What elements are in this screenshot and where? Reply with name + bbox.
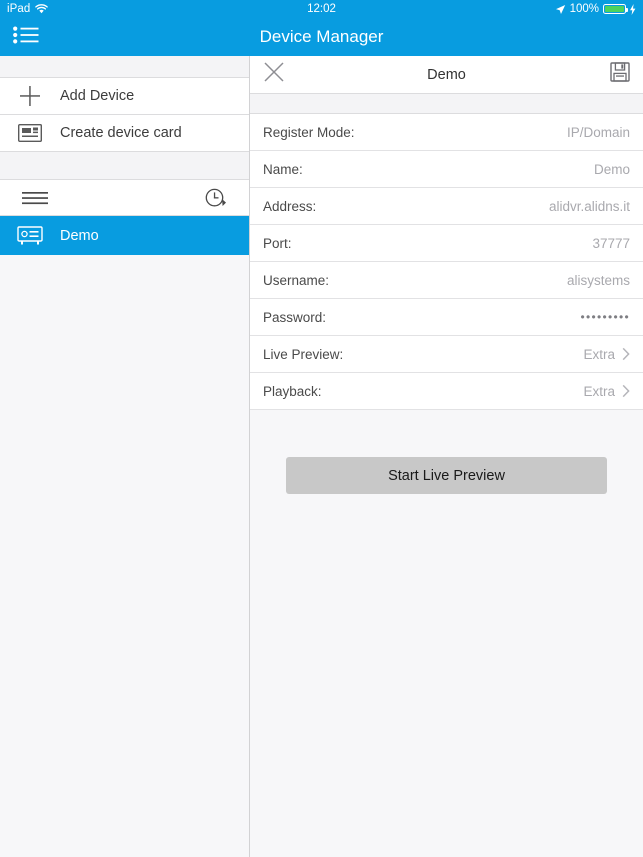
sidebar-item-add-device[interactable]: Add Device: [0, 78, 249, 115]
main-body: Add Device Create device card Demo Demo …: [0, 56, 643, 857]
clock-history-icon[interactable]: [205, 188, 227, 208]
sidebar-item-create-device-card[interactable]: Create device card: [0, 115, 249, 152]
field-label: Password:: [263, 309, 327, 325]
form-row-address[interactable]: Address: alidvr.alidns.it: [250, 188, 643, 225]
form-row-live-preview[interactable]: Live Preview: Extra: [250, 336, 643, 373]
device-form: Register Mode: IP/Domain Name: Demo Addr…: [250, 114, 643, 410]
field-value: •••••••••: [580, 310, 630, 324]
status-bar-time: 12:02: [307, 3, 336, 15]
chevron-right-icon: [622, 384, 630, 398]
form-row-password[interactable]: Password: •••••••••: [250, 299, 643, 336]
detail-top-band: [250, 94, 643, 114]
status-bar-left: iPad: [7, 3, 49, 15]
primary-button-wrapper: Start Live Preview: [250, 457, 643, 494]
field-value: alisystems: [566, 272, 630, 288]
sidebar-section-gap: [0, 152, 249, 180]
list-menu-icon: [13, 26, 39, 49]
wifi-icon: [35, 4, 49, 14]
location-arrow-icon: [555, 4, 566, 15]
battery-percent-label: 100%: [569, 3, 599, 15]
carrier-label: iPad: [7, 3, 31, 15]
sidebar-item-label: Demo: [60, 227, 99, 244]
field-label: Register Mode:: [263, 124, 355, 140]
form-row-port[interactable]: Port: 37777: [250, 225, 643, 262]
field-label: Name:: [263, 161, 303, 177]
field-label: Username:: [263, 272, 330, 288]
button-top-spacer: [250, 410, 643, 457]
start-live-preview-button[interactable]: Start Live Preview: [286, 457, 607, 494]
device-card-icon: [0, 124, 60, 142]
chevron-right-icon: [622, 347, 630, 361]
field-label: Playback:: [263, 383, 322, 399]
field-value: IP/Domain: [566, 124, 630, 140]
save-button[interactable]: [597, 56, 643, 94]
form-row-name[interactable]: Name: Demo: [250, 151, 643, 188]
field-value: Demo: [593, 161, 630, 177]
form-row-username[interactable]: Username: alisystems: [250, 262, 643, 299]
status-bar: iPad 12:02 100%: [0, 0, 643, 18]
field-label: Live Preview:: [263, 346, 344, 362]
detail-title: Demo: [427, 66, 466, 83]
field-value: 37777: [592, 235, 630, 251]
sidebar-item-label: Add Device: [60, 88, 135, 104]
field-value: Extra: [583, 383, 615, 399]
form-row-register-mode[interactable]: Register Mode: IP/Domain: [250, 114, 643, 151]
app-root: iPad 12:02 100% Device Manager Add Devic…: [0, 0, 643, 857]
floppy-save-icon: [610, 62, 630, 87]
status-bar-right: 100%: [555, 3, 636, 15]
field-value: Extra: [583, 346, 615, 362]
sidebar-item-label: Create device card: [60, 125, 182, 141]
field-label: Port:: [263, 235, 292, 251]
nav-menu-button[interactable]: [0, 18, 52, 56]
hamburger-icon[interactable]: [22, 191, 48, 205]
form-row-playback[interactable]: Playback: Extra: [250, 373, 643, 410]
detail-header: Demo: [250, 56, 643, 94]
nav-bar: Device Manager: [0, 18, 643, 56]
close-button[interactable]: [250, 56, 298, 94]
page-title: Device Manager: [259, 27, 384, 46]
plus-icon: [0, 85, 60, 107]
field-label: Address:: [263, 198, 317, 214]
sidebar: Add Device Create device card Demo: [0, 56, 250, 857]
close-x-icon: [263, 61, 285, 88]
battery-full-icon: [603, 4, 628, 14]
field-value: alidvr.alidns.it: [548, 198, 630, 214]
dvr-device-icon: [0, 225, 60, 246]
sidebar-toolbar: [0, 180, 249, 216]
lightning-bolt-icon: [630, 3, 636, 15]
detail-pane: Demo Register Mode: IP/Domain Name: Demo…: [250, 56, 643, 857]
sidebar-top-spacer: [0, 56, 249, 78]
sidebar-item-demo[interactable]: Demo: [0, 216, 249, 255]
